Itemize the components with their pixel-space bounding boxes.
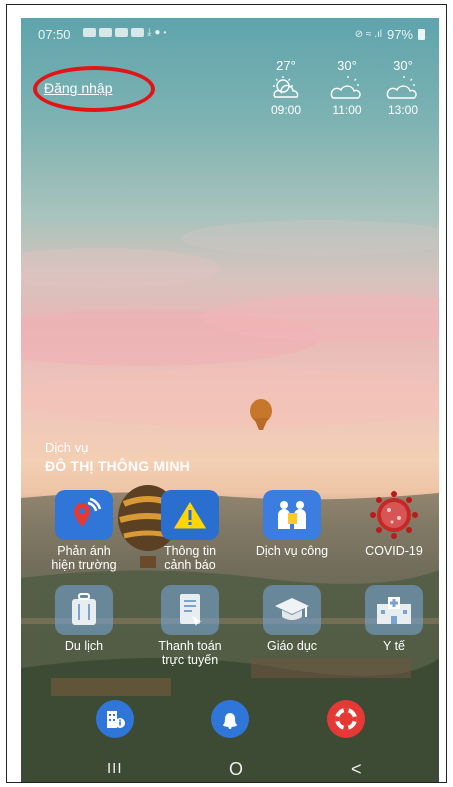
notification-button[interactable]: [211, 700, 249, 738]
graduation-cap-icon: [263, 585, 321, 635]
bell-icon: [223, 713, 237, 729]
weather-time: 13:00: [387, 103, 419, 117]
recent-apps-button[interactable]: III: [107, 760, 123, 777]
weather-temp: 30°: [393, 58, 413, 73]
service-tile-dich-vu-cong[interactable]: Dịch vụ công: [253, 490, 331, 558]
payment-document-icon: [161, 585, 219, 635]
tile-label-line2: cảnh báo: [164, 558, 216, 572]
status-right: ⊘ ≈ .ıl 97%: [355, 27, 425, 42]
message-icon: [83, 28, 96, 37]
partly-cloudy-icon: [330, 76, 361, 99]
message-icon: [131, 28, 144, 37]
back-button[interactable]: <: [351, 759, 362, 780]
weather-time: 11:00: [332, 103, 362, 117]
location-signal-icon: [55, 490, 113, 540]
people-document-icon: [263, 490, 321, 540]
weather-slot-3[interactable]: 30° 13:00: [376, 58, 430, 117]
partly-cloudy-icon: [386, 76, 417, 99]
service-tile-giao-duc[interactable]: Giáo dục: [253, 585, 331, 653]
tile-label-line1: Giáo dục: [266, 639, 318, 653]
warning-icon: [161, 490, 219, 540]
sos-button[interactable]: [327, 700, 365, 738]
status-time: 07:50: [38, 27, 71, 42]
home-button[interactable]: O: [229, 759, 243, 780]
battery-percent: 97%: [386, 27, 413, 42]
weather-time: 09:00: [270, 103, 302, 117]
tile-label-line1: Dịch vụ công: [255, 544, 329, 558]
services-subtitle: Dịch vụ: [45, 440, 89, 455]
home-screen: 07:50 ⤓ ● • ⊘ ≈ .ıl 97% Đăng nhập 27° 09…: [21, 18, 439, 782]
hospital-icon: [365, 585, 423, 635]
building-info-button[interactable]: [96, 700, 134, 738]
tile-label-line1: Phản ánh: [57, 544, 111, 558]
weather-slot-2[interactable]: 30° 11:00: [320, 58, 374, 117]
service-tile-thong-tin[interactable]: Thông tin cảnh báo: [151, 490, 229, 572]
virus-icon: [365, 490, 423, 540]
partly-sunny-icon: [273, 76, 299, 98]
services-title: ĐÔ THỊ THÔNG MINH: [45, 458, 190, 474]
notification-icons: ⤓ ● •: [83, 27, 166, 38]
services-heading: Dịch vụ ĐÔ THỊ THÔNG MINH: [45, 440, 190, 474]
sky-background: [21, 220, 439, 782]
download-icon: ⤓: [147, 27, 152, 38]
chat-icon: ●: [154, 27, 161, 38]
message-icon: [99, 28, 112, 37]
service-tile-phan-anh[interactable]: Phản ánh hiện trường: [45, 490, 123, 572]
system-nav-bar: III O <: [21, 759, 439, 782]
tile-label-line1: Thanh toán: [158, 639, 222, 653]
tile-label-line1: Y tế: [382, 639, 405, 653]
service-tile-y-te[interactable]: Y tế: [355, 585, 433, 653]
tile-label-line1: Du lịch: [64, 639, 104, 653]
tile-label-line2: hiện trường: [51, 558, 117, 572]
weather-slot-1[interactable]: 27° 09:00: [259, 58, 313, 117]
building-info-icon: [107, 711, 125, 728]
service-tile-thanh-toan[interactable]: Thanh toán trực tuyến: [151, 585, 229, 667]
weather-temp: 30°: [337, 58, 357, 73]
luggage-icon: [55, 585, 113, 635]
tile-label-line1: Thông tin: [163, 544, 217, 558]
tile-label-line2: trực tuyến: [161, 653, 219, 667]
signal-icons: ⊘ ≈ .ıl: [354, 29, 382, 40]
weather-temp: 27°: [276, 58, 296, 73]
lifebuoy-icon: [335, 708, 357, 730]
more-dot-icon: •: [163, 28, 167, 37]
status-bar: 07:50 ⤓ ● • ⊘ ≈ .ıl 97%: [21, 24, 439, 46]
tile-label-line1: COVID-19: [365, 544, 423, 558]
battery-icon: [418, 29, 425, 40]
service-tile-covid[interactable]: COVID-19: [355, 490, 433, 558]
service-tile-du-lich[interactable]: Du lịch: [45, 585, 123, 653]
highlight-annotation: [33, 66, 155, 112]
message-icon: [115, 28, 128, 37]
